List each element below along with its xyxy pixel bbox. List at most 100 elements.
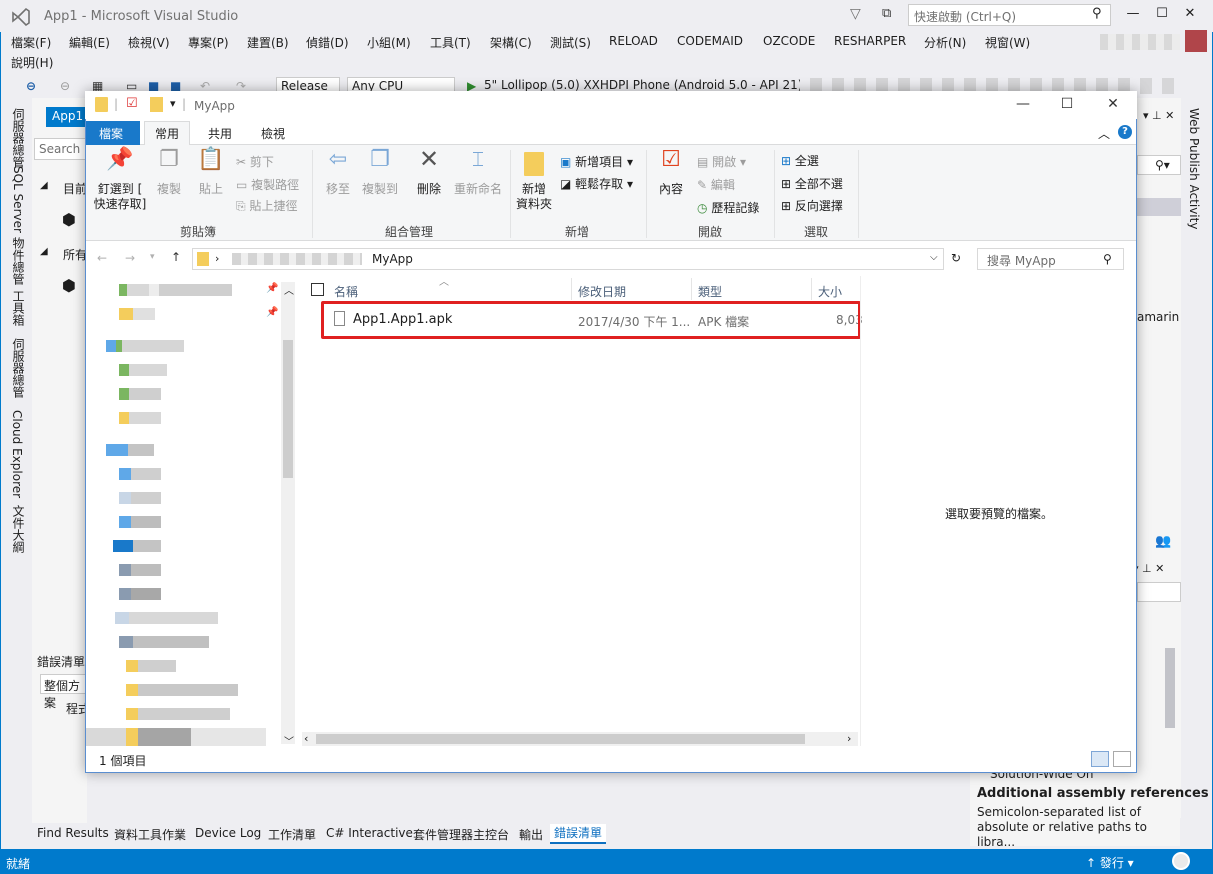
nav-item[interactable] — [119, 516, 161, 528]
document-tab-app1[interactable]: App1 — [46, 107, 88, 127]
nav-item[interactable] — [119, 636, 209, 648]
pin-icon[interactable]: ▾ ⊥ ✕ — [1143, 109, 1174, 122]
scroll-left-icon[interactable]: ‹ — [304, 732, 308, 745]
publish-button[interactable]: ↑ 發行 ▾ — [1086, 854, 1134, 871]
nav-item[interactable] — [115, 612, 218, 624]
column-date[interactable]: 修改日期 — [578, 283, 626, 300]
move-to-button[interactable]: ⇦ 移至 — [320, 149, 356, 197]
customize-quick-access-icon[interactable]: ▾ — [170, 97, 176, 110]
nav-item[interactable] — [119, 364, 167, 376]
document-outline-tab[interactable]: 文件大綱 — [10, 505, 27, 553]
menu-debug[interactable]: 偵錯(D) — [306, 34, 349, 51]
nav-item[interactable] — [126, 660, 176, 672]
explorer-search-icon[interactable]: ⚲ — [1103, 252, 1112, 266]
nav-item[interactable] — [119, 284, 232, 296]
nav-item[interactable] — [119, 588, 161, 600]
scroll-down-icon[interactable]: ﹀ — [284, 733, 294, 748]
minimize-button[interactable]: — — [1123, 6, 1143, 21]
menu-reload[interactable]: RELOAD — [609, 34, 658, 48]
collapse-icon[interactable]: ◢ — [40, 180, 48, 191]
help-icon[interactable]: ? — [1118, 125, 1132, 139]
address-dropdown-icon[interactable]: ⌵ — [930, 252, 938, 263]
edit-button[interactable]: ✎ 編輯 — [697, 176, 735, 193]
close-button[interactable]: ✕ — [1180, 6, 1200, 21]
sql-server-explorer-tab[interactable]: SQL Server 物件總管 — [10, 166, 27, 285]
details-view-icon[interactable] — [1091, 751, 1109, 767]
search-icon[interactable]: ⚲ — [1092, 6, 1102, 21]
large-icons-view-icon[interactable] — [1113, 751, 1131, 767]
properties-quick-icon[interactable]: ☑ — [126, 96, 138, 111]
tab-data-tools[interactable]: 資料工具作業 — [114, 826, 186, 843]
user-name[interactable] — [1100, 34, 1180, 50]
breadcrumb-path[interactable] — [232, 253, 362, 265]
back-icon[interactable]: ⊖ — [26, 79, 36, 93]
menu-tools[interactable]: 工具(T) — [430, 34, 471, 51]
copy-path-button[interactable]: ▭ 複製路徑 — [236, 176, 299, 193]
breadcrumb-chevron-icon[interactable]: › — [215, 252, 219, 265]
delete-button[interactable]: ✕ 刪除 — [412, 147, 446, 197]
properties-object-select[interactable] — [1137, 582, 1181, 602]
server-explorer-tab[interactable]: 伺服器總管 — [10, 108, 27, 168]
collapse-ribbon-icon[interactable]: ︿ — [1098, 125, 1110, 142]
column-size[interactable]: 大小 — [818, 283, 842, 300]
new-folder-quick-icon[interactable] — [150, 97, 163, 112]
nav-item[interactable] — [119, 388, 161, 400]
cut-button[interactable]: ✂ 剪下 — [236, 153, 274, 170]
scroll-up-icon[interactable]: ︿ — [284, 282, 294, 297]
explorer-maximize-button[interactable]: ☐ — [1056, 96, 1078, 112]
paste-shortcut-button[interactable]: ⎘ 貼上捷徑 — [236, 197, 297, 214]
explorer-search-input[interactable]: 搜尋 MyApp — [977, 248, 1124, 270]
copy-button[interactable]: ❐ 複製 — [152, 149, 186, 197]
invert-selection-button[interactable]: ⊞ 反向選擇 — [781, 197, 843, 214]
menu-build[interactable]: 建置(B) — [247, 34, 289, 51]
select-all-checkbox[interactable] — [311, 283, 324, 296]
column-separator-2[interactable] — [691, 278, 692, 300]
nav-item[interactable] — [119, 412, 161, 424]
tab-view[interactable]: 檢視 — [261, 125, 285, 142]
pinned-icon-2[interactable]: 📌 — [266, 307, 278, 318]
breadcrumb-current[interactable]: MyApp — [372, 252, 413, 266]
explorer-minimize-button[interactable]: — — [1012, 96, 1034, 112]
history-button[interactable]: ◷ 歷程記錄 — [697, 199, 759, 216]
feedback-icon[interactable]: ⧉ — [882, 6, 891, 21]
filter-icon[interactable]: ▽ — [850, 6, 861, 22]
tab-find-results[interactable]: Find Results — [37, 826, 109, 840]
toolbox-tab[interactable]: 工具箱 — [10, 290, 27, 326]
refresh-icon[interactable]: ↻ — [951, 251, 961, 265]
notification-icon[interactable] — [1172, 852, 1190, 870]
error-scope-select[interactable]: 整個方案 — [40, 674, 86, 710]
nav-item[interactable] — [126, 684, 238, 696]
server-explorer-tab-2[interactable]: 伺服器總管 — [10, 338, 27, 398]
nav-scrollbar-thumb[interactable] — [283, 340, 293, 478]
copy-to-button[interactable]: ❐ 複製到 — [360, 149, 400, 197]
pin-quick-access-button[interactable]: 📌 釘選到 [ 快速存取] — [92, 149, 148, 212]
properties-scrollbar[interactable] — [1165, 648, 1175, 728]
menu-view[interactable]: 檢視(V) — [128, 34, 170, 51]
select-none-button[interactable]: ⊞ 全部不選 — [781, 175, 843, 192]
scroll-right-icon[interactable]: › — [847, 732, 851, 745]
menu-test[interactable]: 測試(S) — [550, 34, 591, 51]
team-icon[interactable]: 👥 — [1155, 534, 1171, 549]
search-icon-right[interactable]: ⚲▾ — [1155, 158, 1170, 172]
nav-item-selected[interactable] — [86, 728, 266, 746]
column-name[interactable]: 名稱 — [334, 283, 358, 300]
properties-pin-icon[interactable]: ▾ ⊥ ✕ — [1133, 562, 1164, 575]
web-publish-activity-tab[interactable]: Web Publish Activity — [1187, 108, 1201, 229]
nav-item[interactable] — [119, 308, 155, 320]
nav-item[interactable] — [113, 540, 161, 552]
column-separator-3[interactable] — [811, 278, 812, 300]
tab-home[interactable]: 常用 — [144, 121, 191, 146]
properties-button[interactable]: ☑ 內容 — [652, 149, 690, 197]
tab-file[interactable]: 檔案 — [86, 121, 140, 145]
collapse-icon-2[interactable]: ◢ — [40, 246, 48, 257]
nav-item[interactable] — [119, 492, 161, 504]
tab-share[interactable]: 共用 — [208, 125, 232, 142]
nav-item[interactable] — [126, 708, 230, 720]
select-all-button[interactable]: ⊞ 全選 — [781, 152, 819, 169]
forward-icon[interactable]: ⊖ — [60, 79, 70, 93]
column-separator[interactable] — [571, 278, 572, 300]
right-selected-row[interactable] — [1137, 198, 1181, 216]
menu-help[interactable]: 說明(H) — [11, 54, 53, 71]
easy-access-button[interactable]: ◪ 輕鬆存取 ▾ — [560, 175, 633, 192]
left-search-input[interactable]: Search — [34, 138, 86, 160]
